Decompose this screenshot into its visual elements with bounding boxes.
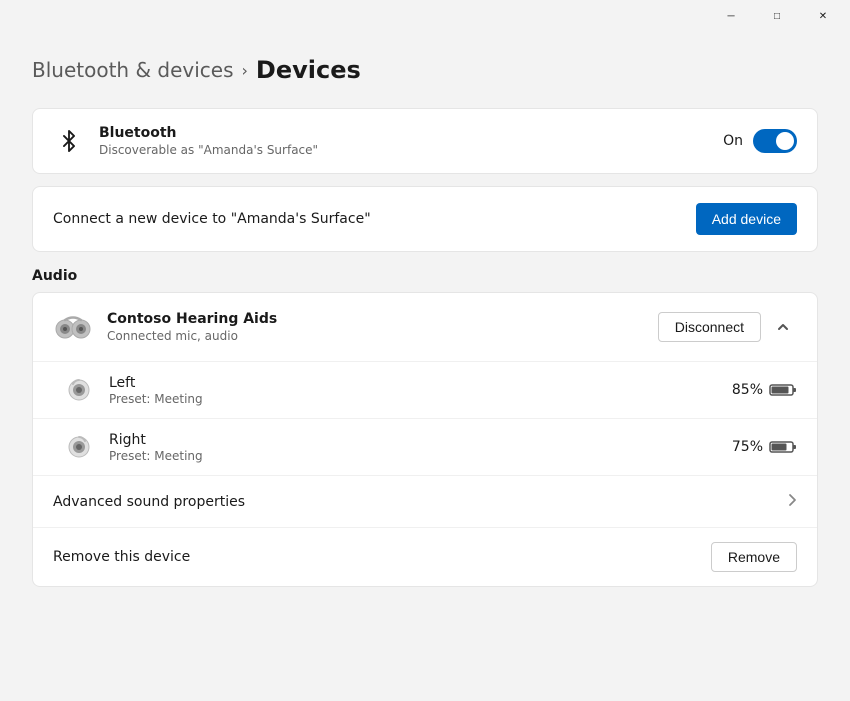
close-button[interactable]: ✕ [800, 0, 846, 32]
remove-button[interactable]: Remove [711, 542, 797, 572]
advanced-sound-text: Advanced sound properties [53, 494, 245, 510]
right-battery-percent: 75% [732, 439, 763, 455]
toggle-label: On [723, 133, 743, 149]
advanced-chevron-icon [787, 492, 797, 511]
device-status: Connected mic, audio [107, 329, 277, 343]
left-device-text: Left Preset: Meeting [109, 375, 203, 406]
remove-device-row: Remove this device Remove [33, 527, 817, 586]
breadcrumb-separator: › [242, 61, 248, 80]
left-battery-icon [769, 383, 797, 397]
right-device-row: Right Preset: Meeting 75% [33, 418, 817, 475]
bluetooth-card: Bluetooth Discoverable as "Amanda's Surf… [32, 108, 818, 174]
bluetooth-row: Bluetooth Discoverable as "Amanda's Surf… [53, 125, 797, 157]
right-device-text: Right Preset: Meeting [109, 432, 203, 463]
breadcrumb-parent[interactable]: Bluetooth & devices [32, 58, 234, 82]
left-device-row: Left Preset: Meeting 85% [33, 361, 817, 418]
device-left: Contoso Hearing Aids Connected mic, audi… [53, 307, 277, 347]
breadcrumb: Bluetooth & devices › Devices [32, 56, 818, 84]
remove-device-text: Remove this device [53, 549, 190, 565]
right-device-preset: Preset: Meeting [109, 449, 203, 463]
connect-row: Connect a new device to "Amanda's Surfac… [53, 203, 797, 235]
right-battery-icon [769, 440, 797, 454]
left-device-preset: Preset: Meeting [109, 392, 203, 406]
disconnect-button[interactable]: Disconnect [658, 312, 761, 342]
left-earbud-icon [63, 374, 95, 406]
add-device-button[interactable]: Add device [696, 203, 797, 235]
bluetooth-subtitle: Discoverable as "Amanda's Surface" [99, 143, 318, 157]
device-card: Contoso Hearing Aids Connected mic, audi… [32, 292, 818, 587]
bluetooth-toggle-row: On [723, 129, 797, 153]
add-device-card: Connect a new device to "Amanda's Surfac… [32, 186, 818, 252]
device-text: Contoso Hearing Aids Connected mic, audi… [107, 311, 277, 343]
right-device-name: Right [109, 432, 203, 448]
audio-section-title: Audio [32, 268, 818, 284]
page-title: Devices [256, 56, 361, 84]
device-actions: Disconnect [658, 312, 797, 342]
right-battery-info: 75% [732, 439, 797, 455]
hearing-aids-icon [53, 307, 93, 347]
main-content: Bluetooth & devices › Devices Bluetooth … [0, 32, 850, 701]
bluetooth-title: Bluetooth [99, 125, 318, 141]
bluetooth-text: Bluetooth Discoverable as "Amanda's Surf… [99, 125, 318, 157]
bluetooth-toggle[interactable] [753, 129, 797, 153]
title-bar: ─ □ ✕ [0, 0, 850, 32]
left-battery-info: 85% [732, 382, 797, 398]
right-device-left: Right Preset: Meeting [63, 431, 203, 463]
device-main-row: Contoso Hearing Aids Connected mic, audi… [33, 293, 817, 361]
maximize-button[interactable]: □ [754, 0, 800, 32]
bluetooth-left: Bluetooth Discoverable as "Amanda's Surf… [53, 125, 318, 157]
connect-text: Connect a new device to "Amanda's Surfac… [53, 211, 371, 227]
chevron-up-button[interactable] [769, 313, 797, 341]
device-name: Contoso Hearing Aids [107, 311, 277, 327]
left-device-left: Left Preset: Meeting [63, 374, 203, 406]
left-device-name: Left [109, 375, 203, 391]
advanced-sound-row[interactable]: Advanced sound properties [33, 475, 817, 527]
minimize-button[interactable]: ─ [708, 0, 754, 32]
bluetooth-icon [53, 125, 85, 157]
left-battery-percent: 85% [732, 382, 763, 398]
right-earbud-icon [63, 431, 95, 463]
